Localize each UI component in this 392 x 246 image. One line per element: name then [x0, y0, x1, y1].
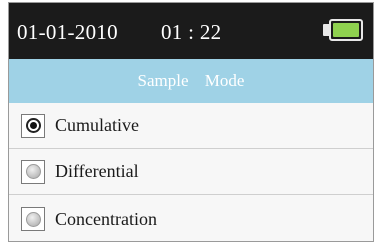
device-screen: 01-01-2010 01 : 22 Sample Mode Cumulativ… — [8, 2, 374, 242]
option-label: Cumulative — [55, 115, 139, 135]
option-concentration[interactable]: Concentration — [9, 195, 373, 241]
option-cumulative[interactable]: Cumulative — [9, 103, 373, 149]
time-display: 01 : 22 — [161, 20, 222, 44]
battery-body — [329, 19, 363, 41]
page-title: Sample Mode — [9, 59, 373, 103]
radio-indicator-icon — [25, 164, 41, 179]
radio-button-differential[interactable] — [21, 159, 45, 184]
radio-button-cumulative[interactable] — [21, 113, 45, 138]
battery-icon — [323, 17, 365, 43]
option-label: Concentration — [55, 208, 157, 229]
battery-level-fill — [333, 23, 359, 37]
radio-button-concentration[interactable] — [21, 207, 45, 231]
date-display: 01-01-2010 — [17, 20, 118, 44]
radio-indicator-icon — [25, 211, 41, 227]
status-bar: 01-01-2010 01 : 22 — [9, 3, 373, 59]
option-label: Differential — [55, 161, 139, 181]
radio-indicator-icon — [25, 118, 41, 133]
option-differential[interactable]: Differential — [9, 149, 373, 195]
